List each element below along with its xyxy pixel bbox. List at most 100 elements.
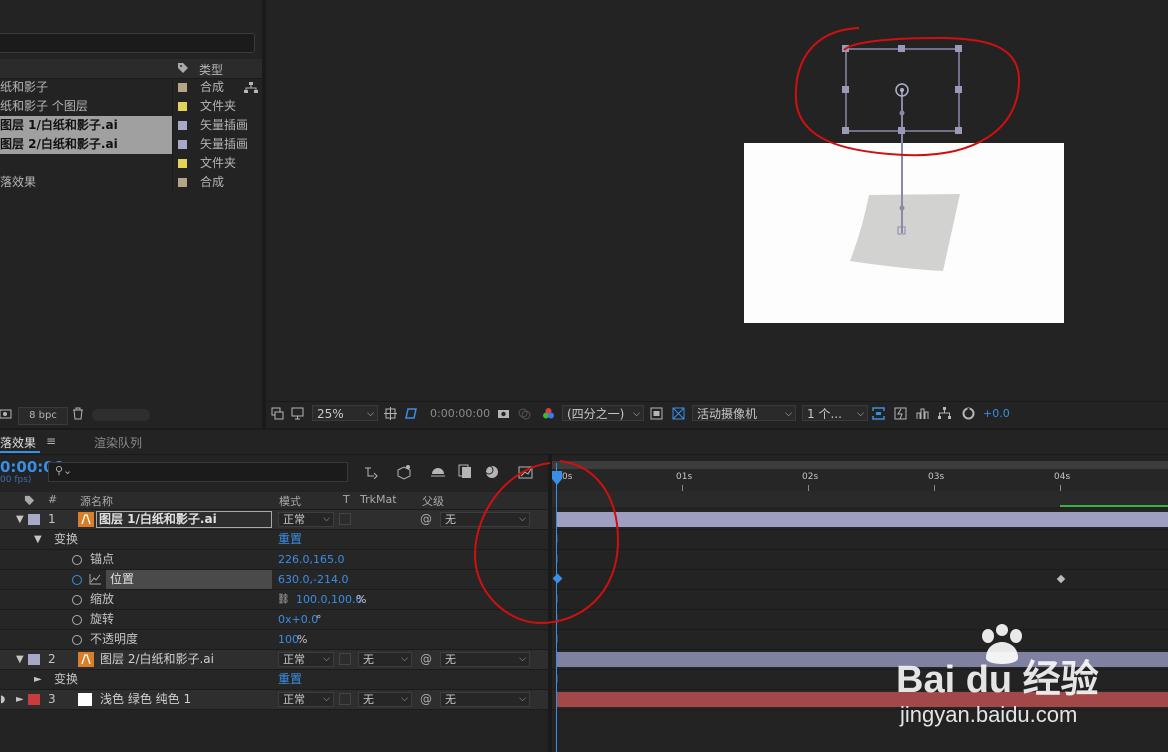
col-mode[interactable]: 模式 <box>279 493 301 509</box>
property-row-anchor[interactable]: 锚点 226.0,165.0 <box>0 550 548 570</box>
label-tag-icon[interactable] <box>24 495 35 506</box>
preserve-transparency-toggle[interactable] <box>339 693 351 705</box>
comp-mini-flowchart-icon[interactable] <box>364 465 380 479</box>
label-swatch[interactable] <box>178 121 187 130</box>
type-column-header[interactable]: 类型 <box>199 61 223 78</box>
mask-visibility-icon[interactable] <box>404 407 417 420</box>
trkmat-dropdown[interactable]: 无 ⌵ <box>358 692 412 707</box>
transform-group-row[interactable]: ► 变换 重置 <box>0 670 548 690</box>
transform-group-row[interactable]: ▼ 变换 重置 <box>0 530 548 550</box>
reset-exposure-icon[interactable] <box>962 407 975 420</box>
layer-row[interactable]: ◗ ► 3 浅色 绿色 纯色 1 正常 ⌵ 无 ⌵ @ 无 ⌵ <box>0 690 548 710</box>
project-item[interactable]: 图层 1/白纸和影子.ai 矢量插画 <box>0 116 262 135</box>
zoom-dropdown[interactable]: 25% ⌵ <box>312 405 378 421</box>
label-swatch[interactable] <box>178 178 187 187</box>
color-channels-icon[interactable] <box>542 407 555 420</box>
twirl-down-icon[interactable]: ▼ <box>16 650 24 669</box>
label-swatch[interactable] <box>178 83 187 92</box>
layer-label-swatch[interactable] <box>28 514 40 525</box>
stopwatch-icon[interactable] <box>72 555 82 565</box>
layer-row[interactable]: ▼ 1 图层 1/白纸和影子.ai 正常 ⌵ @ 无 ⌵ <box>0 510 548 530</box>
timeline-search-input[interactable]: ⚲⌄ <box>48 462 348 482</box>
label-swatch[interactable] <box>178 159 187 168</box>
flowchart-icon[interactable] <box>244 82 258 94</box>
stopwatch-icon[interactable] <box>72 615 82 625</box>
layer-name[interactable]: 图层 1/白纸和影子.ai <box>96 511 272 528</box>
layer-label-swatch[interactable] <box>28 654 40 665</box>
pick-whip-icon[interactable]: @ <box>420 510 432 529</box>
layer-duration-bar[interactable] <box>556 512 1168 527</box>
parent-dropdown[interactable]: 无 ⌵ <box>440 652 530 667</box>
fast-preview-icon[interactable] <box>894 407 907 420</box>
time-ruler[interactable]: 0s 01s 02s 03s 04s <box>552 469 1168 491</box>
layer-row[interactable]: ▼ 2 图层 2/白纸和影子.ai 正常 ⌵ 无 ⌵ @ 无 ⌵ <box>0 650 548 670</box>
reset-link[interactable]: 重置 <box>278 530 302 549</box>
visibility-eye-icon[interactable]: ◗ <box>0 690 5 709</box>
region-of-interest-icon[interactable] <box>650 407 663 420</box>
comp-flowchart-icon[interactable] <box>938 407 951 420</box>
property-row-scale[interactable]: 缩放 ⛓ 100.0,100.0 % <box>0 590 548 610</box>
col-parent[interactable]: 父级 <box>422 493 444 509</box>
exposure-value[interactable]: +0.0 <box>983 406 1010 422</box>
stopwatch-icon[interactable] <box>72 595 82 605</box>
project-item[interactable]: 纸和影子 合成 <box>0 78 262 97</box>
monitor-icon[interactable] <box>291 407 304 420</box>
preserve-transparency-toggle[interactable] <box>339 653 351 665</box>
project-item[interactable]: 文件夹 <box>0 154 262 173</box>
stopwatch-active-icon[interactable] <box>72 575 82 585</box>
col-hash[interactable]: # <box>48 493 57 506</box>
property-value[interactable]: 100.0,100.0 <box>296 590 362 609</box>
trkmat-dropdown[interactable]: 无 ⌵ <box>358 652 412 667</box>
parent-dropdown[interactable]: 无 ⌵ <box>440 692 530 707</box>
twirl-down-icon[interactable]: ▼ <box>34 530 42 549</box>
project-search-input[interactable] <box>0 33 255 53</box>
pick-whip-icon[interactable]: @ <box>420 650 432 669</box>
thumbnail-slider[interactable] <box>92 409 150 421</box>
property-value[interactable]: 630.0,-214.0 <box>278 570 348 589</box>
work-area-bar[interactable] <box>552 461 1168 469</box>
twirl-down-icon[interactable]: ▼ <box>16 510 24 529</box>
keyframe-diamond[interactable] <box>1056 574 1066 584</box>
project-item[interactable]: 落效果 合成 <box>0 173 262 192</box>
layer-name[interactable]: 图层 2/白纸和影子.ai <box>100 650 214 669</box>
col-t[interactable]: T <box>343 493 350 506</box>
property-value[interactable]: 226.0,165.0 <box>278 550 344 569</box>
stopwatch-icon[interactable] <box>72 635 82 645</box>
show-snapshot-icon[interactable] <box>518 407 531 420</box>
property-row-rotation[interactable]: 旋转 0x+0.0 ° <box>0 610 548 630</box>
tab-comp[interactable]: 落效果 <box>0 434 36 451</box>
timeline-icon[interactable] <box>916 407 929 420</box>
interpret-footage-icon[interactable] <box>0 408 12 420</box>
mode-dropdown[interactable]: 正常 ⌵ <box>278 692 334 707</box>
tab-render-queue[interactable]: 渲染队列 <box>94 434 142 451</box>
current-time-display[interactable]: 0:00:00:00 <box>430 406 490 422</box>
constrain-proportions-icon[interactable]: ⛓ <box>277 590 290 609</box>
twirl-right-icon[interactable]: ► <box>34 670 42 689</box>
trash-icon[interactable] <box>72 407 84 420</box>
toggle-pixel-aspect-icon[interactable] <box>872 407 885 420</box>
col-trkmat[interactable]: TrkMat <box>360 493 397 506</box>
layer-label-swatch[interactable] <box>28 694 40 705</box>
views-dropdown[interactable]: 1 个... ⌵ <box>802 405 868 421</box>
preserve-transparency-toggle[interactable] <box>339 513 351 525</box>
snapshot-camera-icon[interactable] <box>497 407 510 420</box>
project-item[interactable]: 图层 2/白纸和影子.ai 矢量插画 <box>0 135 262 154</box>
property-value[interactable]: 100 <box>278 630 299 649</box>
project-item[interactable]: 纸和影子 个图层 文件夹 <box>0 97 262 116</box>
property-value[interactable]: 0x+0.0 <box>278 610 318 629</box>
shy-layers-icon[interactable] <box>430 465 446 479</box>
grid-guide-icon[interactable] <box>384 407 397 420</box>
label-swatch[interactable] <box>178 102 187 111</box>
graph-icon[interactable] <box>89 574 101 585</box>
twirl-right-icon[interactable]: ► <box>16 690 24 709</box>
draft-3d-icon[interactable] <box>396 464 412 480</box>
camera-dropdown[interactable]: 活动摄像机 ⌵ <box>692 405 796 421</box>
transparency-grid-icon[interactable] <box>672 407 685 420</box>
layer-name[interactable]: 浅色 绿色 纯色 1 <box>100 690 191 709</box>
always-preview-icon[interactable] <box>271 407 284 420</box>
mode-dropdown[interactable]: 正常 ⌵ <box>278 652 334 667</box>
col-source-name[interactable]: 源名称 <box>80 493 113 509</box>
pick-whip-icon[interactable]: @ <box>420 690 432 709</box>
panel-menu-icon[interactable]: ≡ <box>46 434 56 448</box>
label-swatch[interactable] <box>178 140 187 149</box>
